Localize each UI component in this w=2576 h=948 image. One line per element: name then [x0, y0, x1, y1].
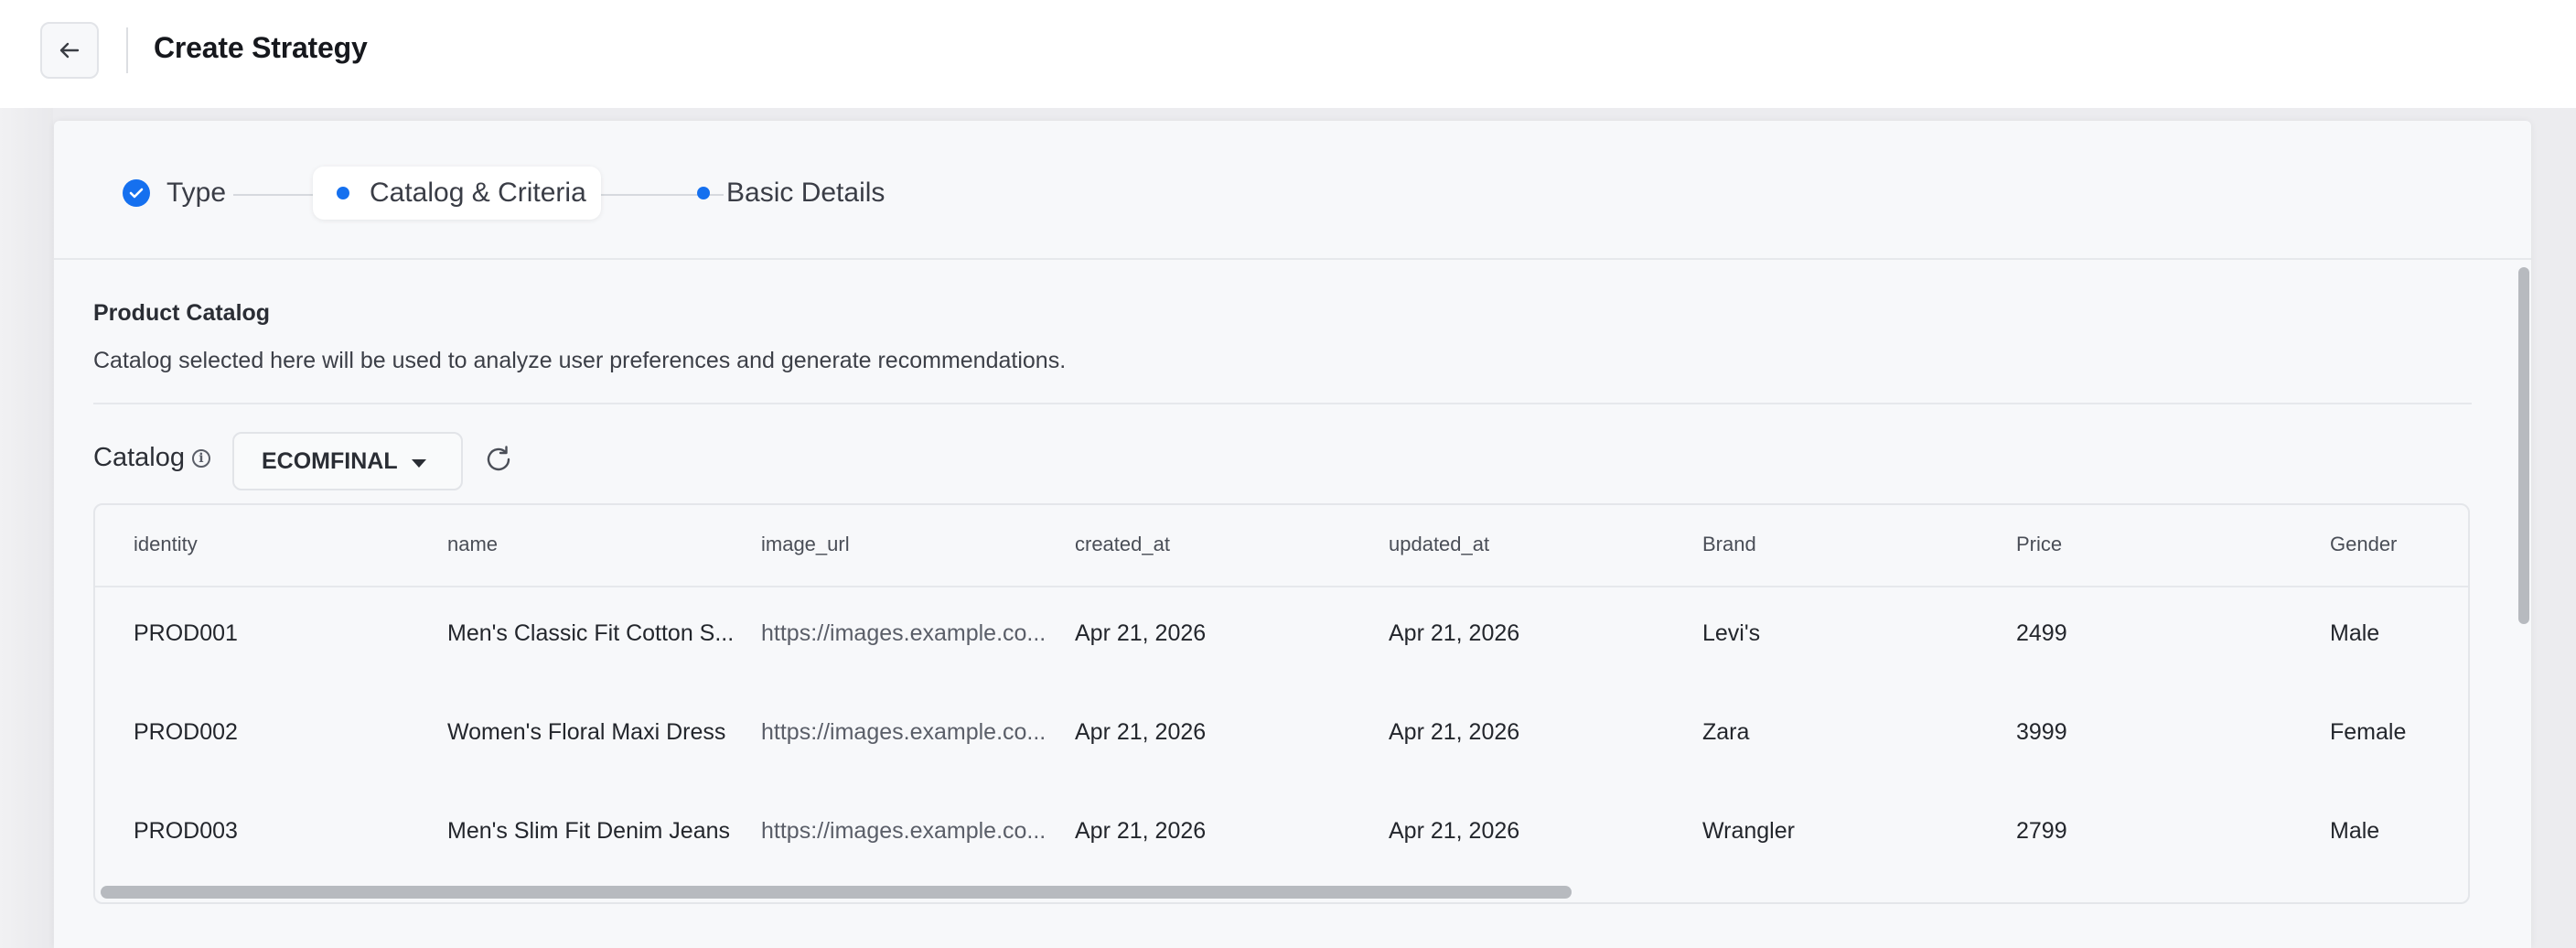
- table-cell: Apr 21, 2026: [1389, 719, 1520, 745]
- refresh-icon: [483, 444, 514, 479]
- catalog-selected-value: ECOMFINAL: [262, 447, 398, 474]
- section-divider: [93, 403, 2472, 404]
- step-catalog-criteria[interactable]: Catalog & Criteria: [313, 167, 601, 220]
- refresh-button[interactable]: [482, 445, 515, 478]
- table-row[interactable]: PROD001 Men's Classic Fit Cotton S... ht…: [95, 586, 2468, 684]
- table-cell: Apr 21, 2026: [1075, 719, 1207, 745]
- column-header[interactable]: created_at: [1075, 533, 1170, 556]
- step-dot: [697, 187, 710, 199]
- table-cell: https://images.example.co...: [761, 818, 1046, 844]
- horizontal-scrollbar[interactable]: [95, 880, 2468, 902]
- table-cell: 2799: [2016, 818, 2067, 844]
- table-cell: https://images.example.co...: [761, 620, 1046, 646]
- caret-down-icon: [412, 459, 426, 468]
- stepper: Type Catalog & Criteria Basic Details: [54, 121, 2531, 260]
- column-header[interactable]: updated_at: [1389, 533, 1489, 556]
- catalog-select[interactable]: ECOMFINAL: [232, 432, 463, 490]
- column-header[interactable]: Brand: [1702, 533, 1756, 556]
- table-cell: Male: [2330, 620, 2380, 646]
- table-header: identity name image_url created_at updat…: [95, 505, 2468, 587]
- step-label: Type: [166, 178, 227, 208]
- column-header[interactable]: identity: [134, 533, 198, 556]
- table-cell: Apr 21, 2026: [1389, 620, 1520, 646]
- step-basic-details[interactable]: Basic Details: [690, 167, 885, 220]
- table-cell: Men's Classic Fit Cotton S...: [447, 620, 735, 646]
- step-dot: [337, 187, 349, 199]
- table-cell: PROD003: [134, 818, 238, 844]
- table-cell: Apr 21, 2026: [1389, 818, 1520, 844]
- table-cell: Levi's: [1702, 620, 1761, 646]
- horizontal-scroll-thumb[interactable]: [101, 886, 1572, 899]
- check-icon: [123, 179, 150, 207]
- column-header[interactable]: Price: [2016, 533, 2062, 556]
- column-header[interactable]: name: [447, 533, 498, 556]
- table-cell: Men's Slim Fit Denim Jeans: [447, 818, 731, 844]
- table-cell: Female: [2330, 719, 2407, 745]
- vertical-scroll-thumb[interactable]: [2518, 267, 2529, 624]
- vertical-scrollbar[interactable]: [2517, 262, 2530, 628]
- strategy-card: Type Catalog & Criteria Basic Details Pr…: [54, 121, 2531, 948]
- table-cell: Zara: [1702, 719, 1750, 745]
- table-cell: Women's Floral Maxi Dress: [447, 719, 726, 745]
- section-description: Catalog selected here will be used to an…: [93, 348, 1067, 373]
- info-icon[interactable]: i: [191, 448, 210, 468]
- side-shadow: [0, 108, 53, 948]
- table-cell: https://images.example.co...: [761, 719, 1046, 745]
- table-row[interactable]: PROD003 Men's Slim Fit Denim Jeans https…: [95, 783, 2468, 882]
- catalog-table: identity name image_url created_at updat…: [93, 503, 2470, 904]
- top-bar: Create Strategy: [0, 0, 2576, 108]
- section-title: Product Catalog: [93, 300, 271, 326]
- table-cell: PROD001: [134, 620, 238, 646]
- step-label: Catalog & Criteria: [370, 178, 586, 208]
- column-header[interactable]: image_url: [761, 533, 850, 556]
- table-cell: PROD002: [134, 719, 238, 745]
- table-cell: Apr 21, 2026: [1075, 818, 1207, 844]
- table-cell: Male: [2330, 818, 2380, 844]
- table-cell: Wrangler: [1702, 818, 1795, 844]
- header-divider: [126, 27, 128, 73]
- table-row[interactable]: PROD002 Women's Floral Maxi Dress https:…: [95, 684, 2468, 783]
- catalog-label: Catalog i: [93, 443, 210, 473]
- arrow-left-icon: [59, 35, 80, 66]
- step-type[interactable]: Type: [123, 167, 226, 220]
- table-cell: 3999: [2016, 719, 2067, 745]
- back-button[interactable]: [40, 22, 99, 79]
- page-title: Create Strategy: [154, 31, 368, 64]
- step-label: Basic Details: [726, 178, 886, 208]
- catalog-label-text: Catalog: [93, 443, 185, 472]
- table-cell: Apr 21, 2026: [1075, 620, 1207, 646]
- column-header[interactable]: Gender: [2330, 533, 2397, 556]
- table-cell: 2499: [2016, 620, 2067, 646]
